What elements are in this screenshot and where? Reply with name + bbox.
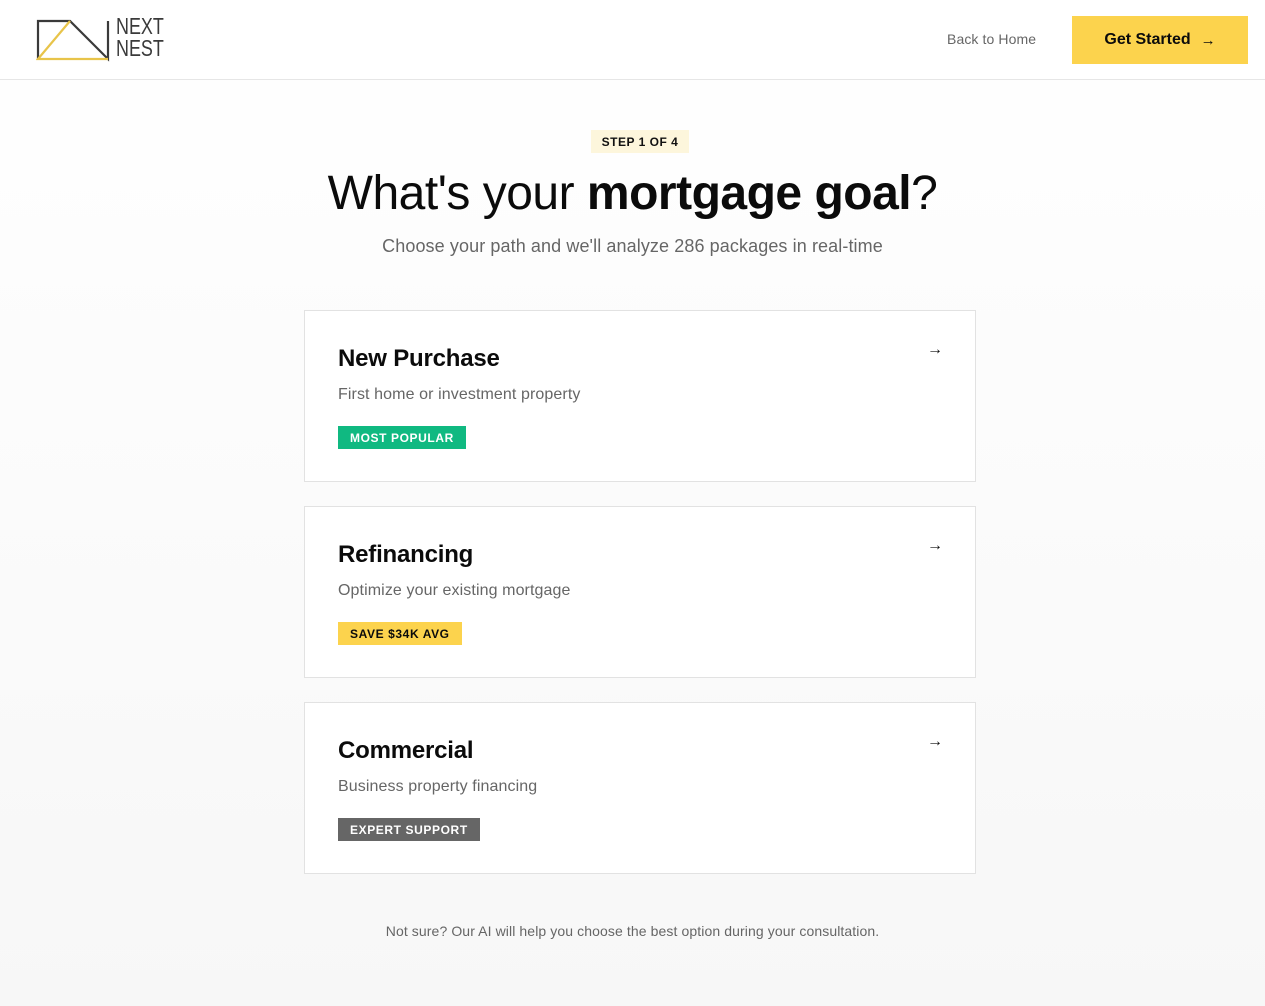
option-title: Commercial <box>338 737 474 764</box>
title-end: ? <box>911 167 938 220</box>
option-badge: EXPERT SUPPORT <box>338 818 480 841</box>
title-regular: What's your <box>327 167 587 220</box>
back-to-home-link[interactable]: Back to Home <box>947 31 1036 47</box>
arrow-right-icon: → <box>1200 31 1216 49</box>
option-badge: MOST POPULAR <box>338 426 466 449</box>
option-card-refinancing[interactable]: Refinancing Optimize your existing mortg… <box>304 506 976 678</box>
option-description: Business property financing <box>338 778 538 795</box>
logo-line-2: NEST <box>116 35 164 61</box>
logo-mark-icon <box>36 19 110 62</box>
option-description: First home or investment property <box>338 386 581 403</box>
get-started-label: Get Started <box>1104 31 1191 48</box>
option-card-commercial[interactable]: Commercial Business property financing E… <box>304 702 976 874</box>
option-title: Refinancing <box>338 541 474 568</box>
option-description: Optimize your existing mortgage <box>338 582 571 599</box>
title-bold: mortgage goal <box>586 167 912 220</box>
nextnest-logo[interactable]: NEXT NEST <box>36 15 170 63</box>
logo-wordmark: NEXT NEST <box>116 13 164 61</box>
logo-line-1: NEXT <box>116 13 164 39</box>
option-badge: SAVE $34K AVG <box>338 622 462 645</box>
page-title: What's your mortgage goal? <box>0 166 1265 222</box>
step-indicator: STEP 1 OF 4 <box>591 130 689 153</box>
arrow-right-icon: → <box>927 537 943 554</box>
option-card-new-purchase[interactable]: New Purchase First home or investment pr… <box>304 310 976 482</box>
arrow-right-icon: → <box>927 733 943 750</box>
page-subtitle: Choose your path and we'll analyze 286 p… <box>382 236 883 256</box>
help-note: Not sure? Our AI will help you choose th… <box>385 923 880 939</box>
option-title: New Purchase <box>338 345 500 372</box>
top-header: NEXT NEST Back to Home Get Started → <box>0 0 1265 80</box>
get-started-button[interactable]: Get Started → <box>1072 16 1248 64</box>
arrow-right-icon: → <box>927 341 943 358</box>
